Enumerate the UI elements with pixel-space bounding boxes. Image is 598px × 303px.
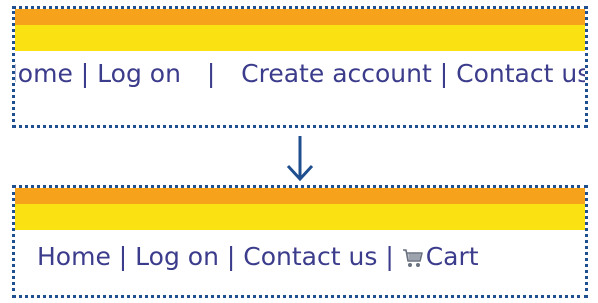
- nav-link-create-account[interactable]: Create account: [241, 59, 432, 88]
- nav-separator: |: [80, 59, 90, 88]
- shopping-cart-icon: [402, 249, 423, 267]
- after-nav-bar: Home | Log on | Contact us | Cart: [37, 239, 585, 275]
- before-nav-bar: Home | Log on | Create account | Contact…: [15, 56, 585, 92]
- nav-separator: |: [206, 59, 216, 88]
- nav-separator: |: [439, 59, 449, 88]
- nav-link-home[interactable]: Home: [37, 242, 111, 271]
- orange-stripe: [15, 9, 585, 25]
- nav-link-cart[interactable]: Cart: [402, 242, 479, 271]
- nav-link-home[interactable]: Home: [15, 59, 73, 88]
- nav-link-log-on[interactable]: Log on: [97, 59, 181, 88]
- nav-separator: |: [226, 242, 236, 271]
- after-header-panel: Home | Log on | Contact us | Cart: [12, 185, 588, 298]
- nav-link-contact-us[interactable]: Contact us: [243, 242, 377, 271]
- orange-stripe: [15, 188, 585, 204]
- nav-separator: |: [385, 242, 394, 271]
- yellow-stripe: [15, 25, 585, 51]
- nav-link-contact-us[interactable]: Contact us: [456, 59, 585, 88]
- nav-separator: |: [118, 242, 128, 271]
- before-header-panel: Home | Log on | Create account | Contact…: [12, 6, 588, 128]
- down-arrow-icon: [286, 136, 314, 182]
- nav-link-log-on[interactable]: Log on: [135, 242, 219, 271]
- nav-link-cart-label: Cart: [425, 242, 479, 271]
- yellow-stripe: [15, 204, 585, 230]
